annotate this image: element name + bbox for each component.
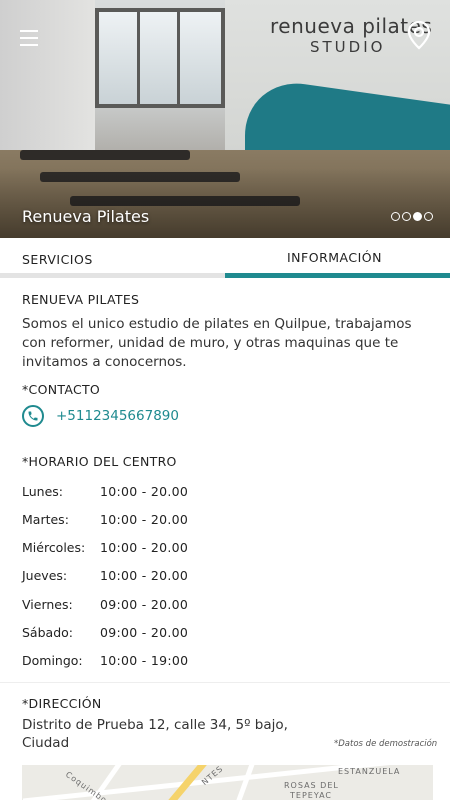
map-label: TEPEYAC (290, 791, 333, 800)
map-label: ROSAS DEL (284, 781, 339, 790)
schedule-row: Domingo: 10:00 - 19:00 (22, 653, 188, 668)
address-text: Distrito de Prueba 12, calle 34, 5º bajo… (22, 717, 288, 751)
schedule-day: Sábado: (22, 625, 73, 640)
divider (0, 682, 450, 683)
hamburger-menu-icon[interactable] (20, 28, 42, 50)
schedule-day: Martes: (22, 512, 69, 527)
contact-row[interactable]: +5112345667890 (22, 405, 179, 427)
schedule-day: Miércoles: (22, 540, 86, 555)
schedule-row: Viernes: 09:00 - 20.00 (22, 597, 188, 612)
phone-link[interactable]: +5112345667890 (56, 408, 179, 424)
tab-informacion[interactable]: INFORMACIÓN (225, 238, 450, 278)
studio-description: Somos el unico estudio de pilates en Qui… (22, 316, 412, 370)
schedule-hours: 09:00 - 20.00 (100, 625, 189, 640)
schedule-hours: 09:00 - 20.00 (100, 597, 189, 612)
schedule-row: Sábado: 09:00 - 20.00 (22, 625, 188, 640)
carousel-dot[interactable] (424, 212, 433, 221)
contact-heading: *CONTACTO (22, 382, 101, 397)
info-section: RENUEVA PILATES Somos el unico estudio d… (22, 292, 434, 372)
phone-icon[interactable] (22, 405, 44, 427)
schedule-hours: 10:00 - 20.00 (100, 568, 189, 583)
carousel-dot-active[interactable] (413, 212, 422, 221)
schedule-day: Domingo: (22, 653, 83, 668)
carousel-dot[interactable] (402, 212, 411, 221)
tab-servicios[interactable]: SERVICIOS (0, 238, 225, 278)
reformer-machine (20, 150, 190, 160)
location-map[interactable]: ESTANZUELA ROSAS DEL TEPEYAC Coquimbo NT… (22, 765, 433, 800)
schedule-hours: 10:00 - 19:00 (100, 653, 189, 668)
tab-indicator-active (225, 273, 450, 278)
demo-note: *Datos de demostración (334, 739, 438, 749)
schedule-row: Lunes: 10:00 - 20.00 (22, 484, 188, 499)
carousel-dot[interactable] (391, 212, 400, 221)
map-label: ESTANZUELA (338, 767, 401, 776)
tab-bar: SERVICIOS INFORMACIÓN (0, 238, 450, 278)
studio-heading: RENUEVA PILATES (22, 292, 140, 307)
map-pin-icon[interactable] (406, 20, 432, 50)
schedule-row: Miércoles: 10:00 - 20.00 (22, 540, 188, 555)
schedule-day: Lunes: (22, 484, 64, 499)
hero-title: Renueva Pilates (22, 207, 150, 226)
tab-indicator (0, 273, 225, 278)
schedule-day: Viernes: (22, 597, 73, 612)
hero-carousel[interactable]: renueva pilates STUDIO Renueva Pilates (0, 0, 450, 238)
hero-photo-window (95, 8, 225, 108)
tab-label: INFORMACIÓN (287, 250, 382, 265)
schedule-day: Jueves: (22, 568, 68, 583)
schedule-hours: 10:00 - 20.00 (100, 484, 189, 499)
tab-label: SERVICIOS (22, 252, 93, 267)
schedule-hours: 10:00 - 20.00 (100, 540, 189, 555)
schedule-row: Jueves: 10:00 - 20.00 (22, 568, 188, 583)
address-heading: *DIRECCIÓN (22, 696, 102, 711)
carousel-dots[interactable] (391, 212, 433, 221)
schedule-hours: 10:00 - 20.00 (100, 512, 189, 527)
schedule-heading: *HORARIO DEL CENTRO (22, 454, 177, 469)
schedule-row: Martes: 10:00 - 20.00 (22, 512, 188, 527)
